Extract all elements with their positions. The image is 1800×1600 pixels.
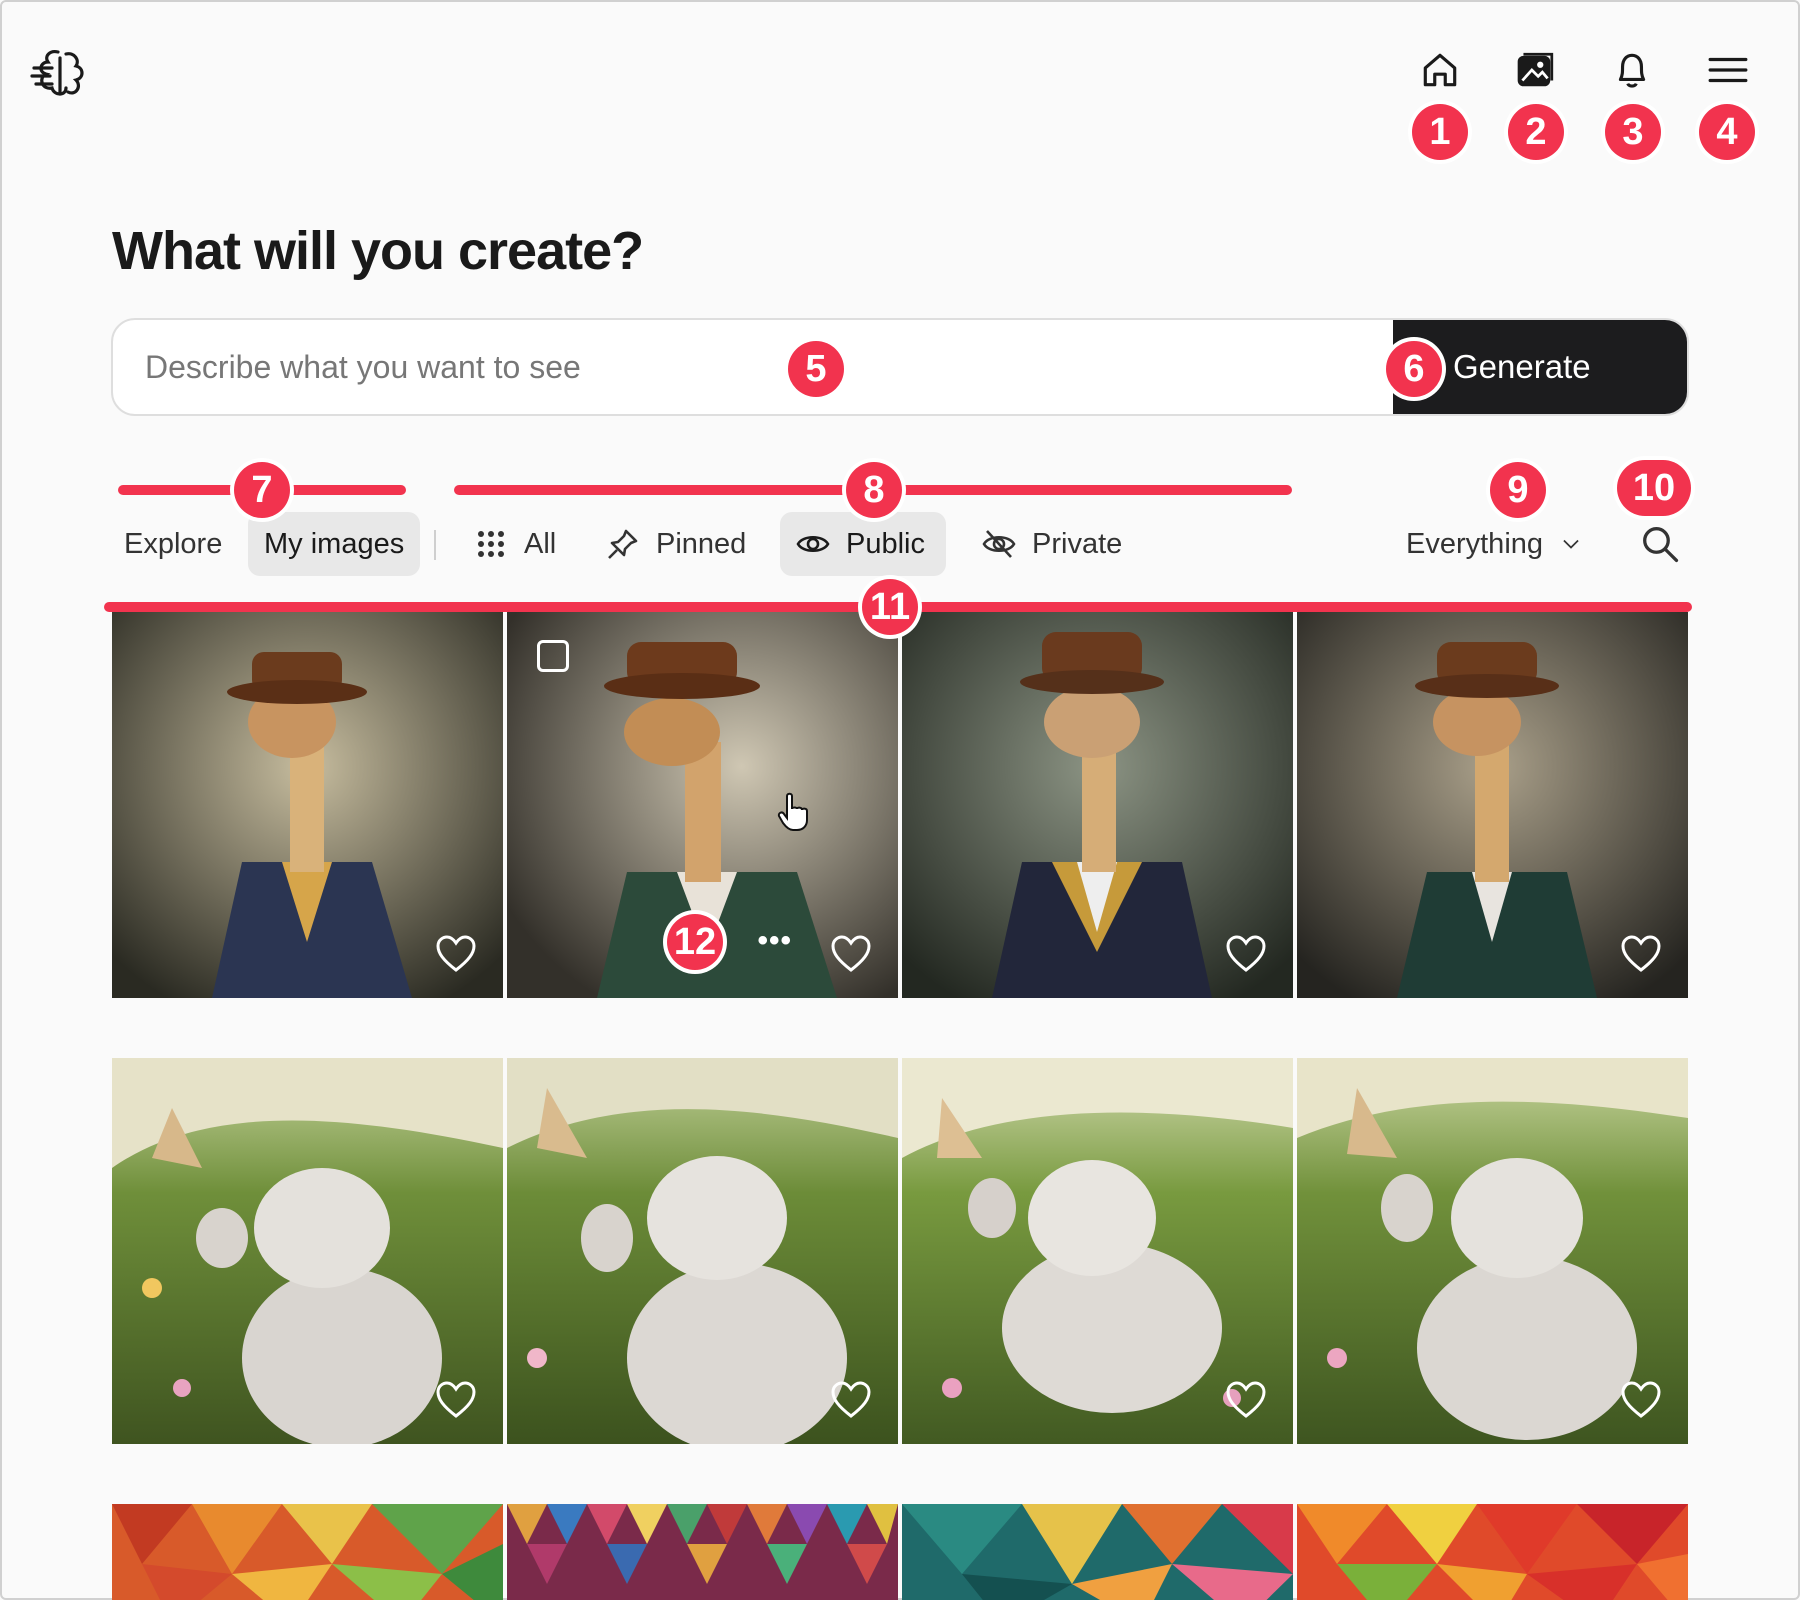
images-icon[interactable] [1513,48,1557,92]
tab-private[interactable]: Private [966,512,1138,576]
callout-badge: 3 [1605,104,1661,160]
tab-label: All [524,527,557,560]
brain-logo-icon[interactable] [30,44,90,104]
select-value: Everything [1406,527,1544,560]
more-options-icon[interactable]: ••• [757,924,792,958]
callout-badge: 8 [846,462,902,518]
callout-badge: 6 [1386,341,1442,397]
heart-icon[interactable] [830,1380,872,1420]
select-checkbox[interactable] [537,640,569,672]
image-tile[interactable]: ••• 12 [507,612,898,998]
heart-icon[interactable] [830,934,872,974]
filter-toolbar: Explore My images All Pinned Public Priv… [112,512,1692,576]
callout-badge: 11 [862,579,918,635]
divider [434,530,436,560]
pin-icon [608,529,638,559]
image-tile[interactable] [1297,612,1688,998]
heart-icon[interactable] [1225,934,1267,974]
menu-icon[interactable] [1706,48,1750,92]
eye-icon [796,535,830,553]
callout-badge: 12 [667,914,723,970]
image-tile[interactable] [112,612,503,998]
grid-dots-icon [478,531,504,557]
heart-icon[interactable] [1620,1380,1662,1420]
search-icon [1643,527,1679,563]
callout-badge: 2 [1508,104,1564,160]
bell-icon[interactable] [1610,48,1654,92]
low-poly-image [507,1504,898,1600]
image-tile[interactable] [1297,1058,1688,1444]
heart-icon[interactable] [435,1380,477,1420]
low-poly-image [112,1504,503,1600]
callout-badge: 1 [1412,104,1468,160]
callout-badge: 7 [234,462,290,518]
prompt-bar: Generate [111,318,1689,416]
eye-off-icon [982,530,1016,558]
heart-icon[interactable] [1225,1380,1267,1420]
tab-label: Private [1032,527,1123,560]
image-tile[interactable] [507,1058,898,1444]
tab-pinned[interactable]: Pinned [590,512,762,576]
tab-my-images[interactable]: My images [248,512,421,576]
tab-public[interactable]: Public [780,512,946,576]
type-select[interactable]: Everything [1390,512,1599,576]
tab-explore[interactable]: Explore [108,512,238,576]
tab-label: Explore [124,527,223,560]
tab-all[interactable]: All [458,512,572,576]
chevron-down-icon [1563,539,1579,549]
low-poly-image [902,1504,1293,1600]
image-tile[interactable] [1297,1504,1688,1600]
callout-badge: 5 [788,341,844,397]
search-button[interactable] [1630,512,1690,576]
callout-badge: 4 [1699,104,1755,160]
tab-label: Pinned [656,527,747,560]
image-tile[interactable] [902,1058,1293,1444]
image-tile[interactable] [507,1504,898,1600]
tab-label: My images [264,527,405,560]
heart-icon[interactable] [435,934,477,974]
heart-icon[interactable] [1620,934,1662,974]
prompt-input[interactable] [113,320,1393,414]
image-tile[interactable] [902,1504,1293,1600]
tab-label: Public [846,527,925,560]
low-poly-image [1297,1504,1688,1600]
image-tile[interactable] [902,612,1293,998]
image-tile[interactable] [112,1504,503,1600]
callout-badge: 10 [1617,460,1691,516]
hand-cursor-icon [777,792,808,831]
image-tile[interactable] [112,1058,503,1444]
callout-badge: 9 [1490,462,1546,518]
home-icon[interactable] [1418,48,1462,92]
page-title: What will you create? [112,221,644,281]
